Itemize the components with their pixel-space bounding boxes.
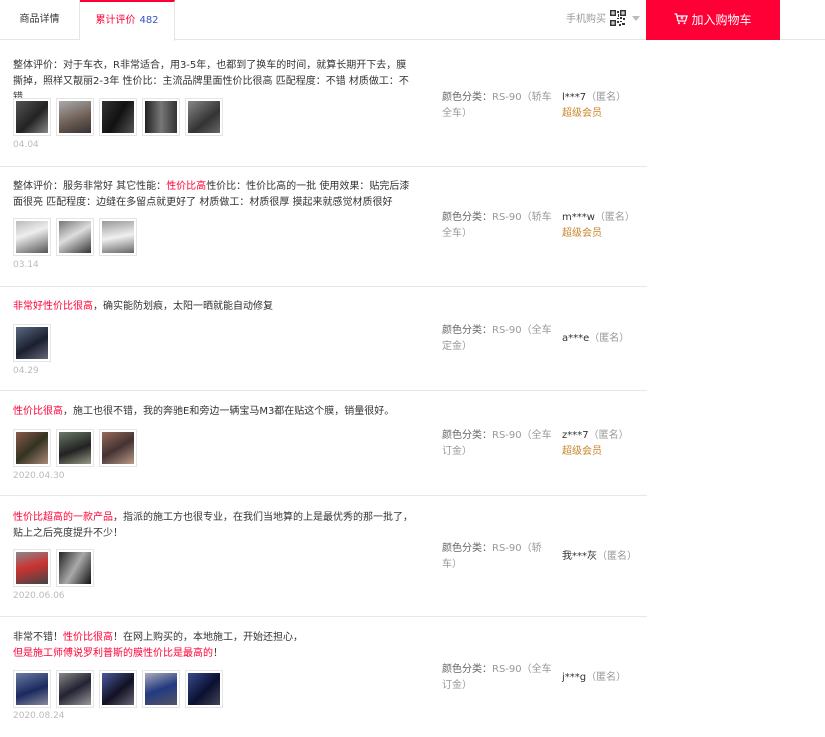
review-text: 性价比超高的一款产品，指派的施工方也很专业，在我们当地算的上是最优秀的那一批了，… [13,510,413,542]
review-item: 非常不错！性价比很高！在网上购买的，本地施工，开始还担心， 但是施工师傅说罗利普斯… [0,617,647,737]
spec-label: 颜色分类： [442,543,492,554]
review-text-highlight: 非常好性价比很高 [13,301,93,312]
review-photo[interactable] [99,98,137,136]
review-photo[interactable] [56,429,94,467]
review-text-part: 非常不错！ [13,632,63,643]
review-date: 03.14 [13,260,39,270]
review-photo[interactable] [56,670,94,708]
review-text-part: 整体评价：服务非常好 其它性能： [13,181,167,192]
review-text: 性价比很高，施工也很不错，我的奔驰E和旁边一辆宝马M3都在贴这个膜，销量很好。 [13,404,413,420]
qr-code-icon[interactable] [610,10,626,26]
review-photo[interactable] [13,98,51,136]
tab-bar: 商品详情 累计评价 482 手机购买 加入购物车 [0,0,825,41]
review-photo[interactable] [99,218,137,256]
review-text-part: ，施工也很不错，我的奔驰E和旁边一辆宝马M3都在贴这个膜，销量很好。 [63,406,395,417]
spec-label: 颜色分类： [442,430,492,441]
review-text: 非常好性价比很高，确实能防划痕，太阳一晒就能自动修复 [13,299,413,315]
review-photos [13,324,56,362]
review-date: 2020.08.24 [13,711,65,721]
vip-badge: 超级会员 [562,228,602,239]
review-item: 整体评价：对于车衣，R非常适合，用3-5年，也都到了换车的时间，就算长期开下去，… [0,44,647,167]
add-to-cart-button[interactable]: 加入购物车 [646,0,780,40]
review-photo[interactable] [13,429,51,467]
review-photos [13,98,228,136]
reviewer-name: z***7 [562,430,589,441]
review-spec: 颜色分类：RS-90（轿车） [442,541,552,573]
review-text-part: ！ [213,648,223,659]
review-photos [13,549,99,587]
reviewer-name: a***e [562,333,590,344]
reviewer: 我***灰（匿名） [562,549,642,565]
review-photos [13,670,228,708]
chevron-down-icon[interactable] [632,16,640,21]
review-photo[interactable] [185,98,223,136]
anonymous-tag: （匿名） [588,430,629,441]
review-item: 性价比超高的一款产品，指派的施工方也很专业，在我们当地算的上是最优秀的那一批了，… [0,496,647,617]
review-text-highlight: 性价比很高 [63,632,113,643]
tab-reviews-label: 累计评价 [95,15,136,26]
anonymous-tag: （匿名） [586,92,627,103]
review-spec: 颜色分类：RS-90（轿车全车） [442,90,552,122]
tab-reviews-count: 482 [139,15,159,26]
reviewer: l***7（匿名） 超级会员 [562,90,642,122]
review-photo[interactable] [56,98,94,136]
review-date: 04.04 [13,140,39,150]
review-text-part: ！在网上购买的，本地施工，开始还担心， [113,632,303,643]
add-to-cart-label: 加入购物车 [691,13,752,27]
reviewer-name: 我***灰 [562,551,597,562]
review-date: 2020.06.06 [13,591,65,601]
review-photo[interactable] [99,670,137,708]
tab-reviews[interactable]: 累计评价 482 [80,0,175,41]
spec-label: 颜色分类： [442,212,492,223]
reviewer: m***w（匿名） 超级会员 [562,210,642,242]
spec-label: 颜色分类： [442,92,492,103]
review-photo[interactable] [13,549,51,587]
review-photo[interactable] [13,324,51,362]
tab-product-detail[interactable]: 商品详情 [0,0,80,40]
review-item: 非常好性价比很高，确实能防划痕，太阳一晒就能自动修复 04.29 颜色分类：RS… [0,287,647,391]
review-date: 04.29 [13,366,39,376]
vip-badge: 超级会员 [562,446,602,457]
review-date: 2020.04.30 [13,471,65,481]
review-photo[interactable] [13,670,51,708]
review-spec: 颜色分类：RS-90（轿车全车） [442,210,552,242]
review-photo[interactable] [142,670,180,708]
review-text-highlight: 性价比很高 [13,406,63,417]
reviewer: a***e（匿名） [562,331,642,347]
review-text-highlight: 性价比高 [166,181,207,192]
review-item: 性价比很高，施工也很不错，我的奔驰E和旁边一辆宝马M3都在贴这个膜，销量很好。 … [0,391,647,496]
mobile-buy-label[interactable]: 手机购买 [566,0,606,40]
anonymous-tag: （匿名） [594,212,635,223]
anonymous-tag: （匿名） [597,551,637,562]
review-spec: 颜色分类：RS-90（全车订金） [442,662,552,694]
review-photo[interactable] [56,218,94,256]
review-text-part: ，确实能防划痕，太阳一晒就能自动修复 [93,301,273,312]
anonymous-tag: （匿名） [586,672,627,683]
review-photo[interactable] [142,98,180,136]
review-text-highlight: 性价比超高的一款产品 [13,512,113,523]
reviewer-name: m***w [562,212,595,223]
anonymous-tag: （匿名） [589,333,630,344]
review-text: 整体评价：服务非常好 其它性能：性价比高性价比：性价比高的一批 使用效果：贴完后… [13,179,413,211]
review-photo[interactable] [56,549,94,587]
review-text-highlight: 但是施工师傅说罗利普斯的膜性价比是最高的 [13,648,213,659]
reviewer-name: l***7 [562,92,587,103]
review-text: 非常不错！性价比很高！在网上购买的，本地施工，开始还担心， 但是施工师傅说罗利普斯… [13,630,413,662]
review-photo[interactable] [185,670,223,708]
review-spec: 颜色分类：RS-90（全车订金） [442,428,552,460]
review-spec: 颜色分类：RS-90（全车定金） [442,323,552,355]
cart-icon [674,13,689,25]
review-photos [13,429,142,467]
review-photo[interactable] [13,218,51,256]
review-photos [13,218,142,256]
review-photo[interactable] [99,429,137,467]
review-item: 整体评价：服务非常好 其它性能：性价比高性价比：性价比高的一批 使用效果：贴完后… [0,167,647,287]
spec-label: 颜色分类： [442,664,492,675]
vip-badge: 超级会员 [562,108,602,119]
reviewer: z***7（匿名） 超级会员 [562,428,642,460]
reviewer-name: j***g [562,672,587,683]
reviewer: j***g（匿名） [562,670,642,686]
spec-label: 颜色分类： [442,325,492,336]
